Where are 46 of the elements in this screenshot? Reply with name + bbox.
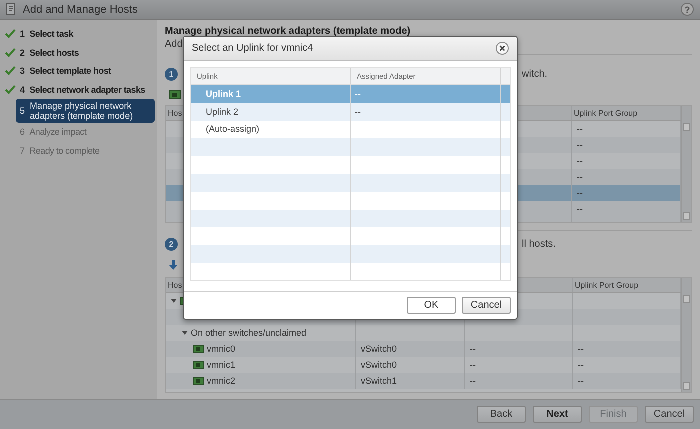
- table-row[interactable]: [191, 174, 510, 192]
- wizard-button[interactable]: Cancel: [645, 406, 694, 423]
- wizard-button[interactable]: Back: [477, 406, 526, 423]
- network-adapter-icon: [193, 345, 204, 353]
- table-cell: --: [465, 373, 573, 389]
- table-row[interactable]: [191, 245, 510, 263]
- adapter-name[interactable]: vmnic2: [207, 376, 236, 386]
- wizard-step[interactable]: 4 Select network adapter tasks: [16, 82, 150, 97]
- scroll-down-button[interactable]: [683, 212, 690, 220]
- wizard-step[interactable]: 2 Select hosts: [16, 46, 84, 60]
- section-instruction: witch.: [522, 68, 548, 80]
- scroll-up-button[interactable]: [683, 123, 690, 131]
- table-row[interactable]: vmnic0 vSwitch0 -- --: [166, 341, 681, 357]
- scroll-down-button[interactable]: [683, 382, 690, 390]
- wizard-step[interactable]: 3 Select template host: [16, 64, 116, 78]
- section-instruction: ll hosts.: [522, 238, 556, 250]
- down-arrow-icon[interactable]: [169, 260, 178, 270]
- scrollbar[interactable]: [681, 106, 691, 222]
- close-icon[interactable]: [496, 42, 509, 55]
- wizard-button[interactable]: Next: [533, 406, 582, 423]
- dialog-title: Select an Uplink for vmnic4: [192, 43, 314, 54]
- table-row[interactable]: vmnic2 vSwitch1 -- --: [166, 373, 681, 389]
- wizard-step[interactable]: 1 Select task: [16, 27, 78, 42]
- window-title: Add and Manage Hosts: [23, 4, 138, 16]
- page-subtitle: Add: [165, 39, 183, 50]
- scrollbar[interactable]: [681, 278, 691, 392]
- network-adapter-icon: [193, 377, 204, 385]
- expand-caret-icon[interactable]: [182, 331, 188, 335]
- table-row[interactable]: (Auto-assign): [191, 120, 510, 138]
- scroll-up-button[interactable]: [683, 295, 690, 303]
- step-number-badge: 2: [165, 238, 178, 250]
- adapter-name[interactable]: vmnic0: [207, 344, 236, 354]
- wizard-icon: [6, 3, 17, 16]
- table-cell: vSwitch1: [356, 373, 465, 389]
- help-icon[interactable]: ?: [681, 3, 694, 16]
- dialog-button[interactable]: Cancel: [462, 297, 511, 314]
- table-row[interactable]: [191, 138, 510, 156]
- table-row[interactable]: [191, 210, 510, 228]
- adapter-name[interactable]: vmnic1: [207, 360, 236, 370]
- tree-group-label[interactable]: On other switches/unclaimed: [191, 328, 307, 338]
- page-title: Manage physical network adapters (template mode): [165, 26, 412, 38]
- table-row[interactable]: Uplink 2 --: [191, 102, 510, 121]
- step-number-badge: 1: [165, 68, 178, 80]
- network-adapter-icon: [193, 361, 204, 369]
- dialog-button[interactable]: OK: [407, 297, 456, 314]
- network-adapter-icon[interactable]: [169, 90, 181, 100]
